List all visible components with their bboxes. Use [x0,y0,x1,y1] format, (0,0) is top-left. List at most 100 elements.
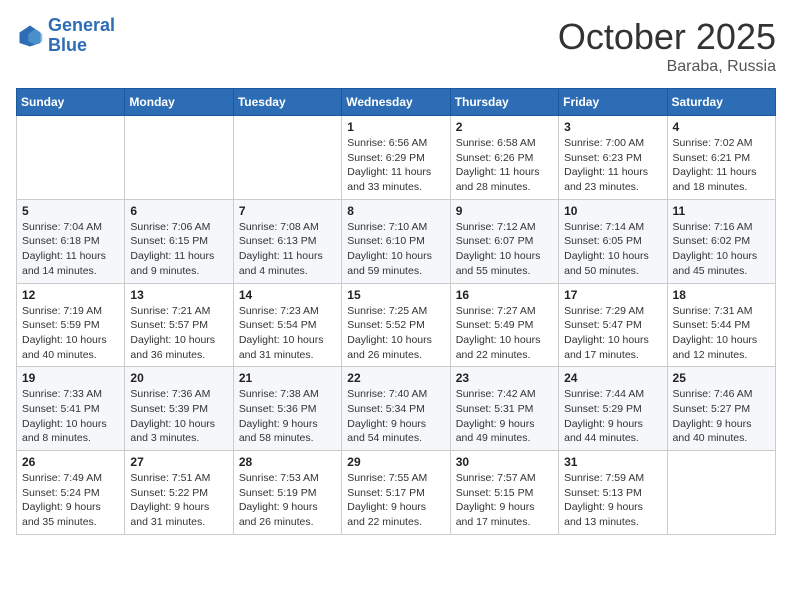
day-info: Sunrise: 7:33 AM Sunset: 5:41 PM Dayligh… [22,387,119,446]
calendar-cell: 22 Sunrise: 7:40 AM Sunset: 5:34 PM Dayli… [342,367,450,451]
logo: General Blue [16,16,115,56]
day-number: 29 [347,455,444,469]
day-number: 21 [239,371,336,385]
day-info: Sunrise: 7:42 AM Sunset: 5:31 PM Dayligh… [456,387,553,446]
column-header-monday: Monday [125,89,233,116]
day-number: 15 [347,288,444,302]
day-number: 1 [347,120,444,134]
calendar-cell: 17 Sunrise: 7:29 AM Sunset: 5:47 PM Dayli… [559,283,667,367]
calendar-week-row: 1 Sunrise: 6:56 AM Sunset: 6:29 PM Daylig… [17,116,776,200]
day-info: Sunrise: 7:27 AM Sunset: 5:49 PM Dayligh… [456,304,553,363]
day-info: Sunrise: 7:31 AM Sunset: 5:44 PM Dayligh… [673,304,770,363]
day-info: Sunrise: 7:36 AM Sunset: 5:39 PM Dayligh… [130,387,227,446]
day-info: Sunrise: 7:46 AM Sunset: 5:27 PM Dayligh… [673,387,770,446]
calendar-week-row: 19 Sunrise: 7:33 AM Sunset: 5:41 PM Dayli… [17,367,776,451]
calendar-cell: 6 Sunrise: 7:06 AM Sunset: 6:15 PM Daylig… [125,199,233,283]
day-info: Sunrise: 6:58 AM Sunset: 6:26 PM Dayligh… [456,136,553,195]
day-number: 4 [673,120,770,134]
calendar-cell: 12 Sunrise: 7:19 AM Sunset: 5:59 PM Dayli… [17,283,125,367]
column-header-friday: Friday [559,89,667,116]
day-number: 9 [456,204,553,218]
location-title: Baraba, Russia [558,58,776,76]
calendar-cell: 8Sunrise: 7:10 AM Sunset: 6:10 PM Daylig… [342,199,450,283]
column-header-tuesday: Tuesday [233,89,341,116]
day-number: 6 [130,204,227,218]
calendar: SundayMondayTuesdayWednesdayThursdayFrid… [16,88,776,535]
calendar-cell: 23 Sunrise: 7:42 AM Sunset: 5:31 PM Dayli… [450,367,558,451]
calendar-cell: 31 Sunrise: 7:59 AM Sunset: 5:13 PM Dayli… [559,451,667,535]
calendar-cell: 5 Sunrise: 7:04 AM Sunset: 6:18 PM Daylig… [17,199,125,283]
calendar-cell [233,116,341,200]
title-section: October 2025 Baraba, Russia [558,16,776,76]
calendar-cell: 15 Sunrise: 7:25 AM Sunset: 5:52 PM Dayli… [342,283,450,367]
calendar-cell: 1 Sunrise: 6:56 AM Sunset: 6:29 PM Daylig… [342,116,450,200]
calendar-cell: 10 Sunrise: 7:14 AM Sunset: 6:05 PM Dayli… [559,199,667,283]
column-header-wednesday: Wednesday [342,89,450,116]
day-info: Sunrise: 7:57 AM Sunset: 5:15 PM Dayligh… [456,471,553,530]
day-info: Sunrise: 7:10 AM Sunset: 6:10 PM Dayligh… [347,220,444,279]
day-number: 7 [239,204,336,218]
calendar-cell: 16 Sunrise: 7:27 AM Sunset: 5:49 PM Dayli… [450,283,558,367]
calendar-cell: 2 Sunrise: 6:58 AM Sunset: 6:26 PM Daylig… [450,116,558,200]
day-number: 12 [22,288,119,302]
day-info: Sunrise: 7:40 AM Sunset: 5:34 PM Dayligh… [347,387,444,446]
day-number: 22 [347,371,444,385]
day-number: 16 [456,288,553,302]
day-number: 5 [22,204,119,218]
calendar-cell: 18Sunrise: 7:31 AM Sunset: 5:44 PM Dayli… [667,283,775,367]
calendar-cell [667,451,775,535]
day-info: Sunrise: 7:00 AM Sunset: 6:23 PM Dayligh… [564,136,661,195]
day-number: 2 [456,120,553,134]
day-number: 17 [564,288,661,302]
day-info: Sunrise: 7:44 AM Sunset: 5:29 PM Dayligh… [564,387,661,446]
month-title: October 2025 [558,16,776,58]
day-number: 31 [564,455,661,469]
calendar-cell: 28Sunrise: 7:53 AM Sunset: 5:19 PM Dayli… [233,451,341,535]
logo-text: General Blue [48,16,115,56]
page-header: General Blue October 2025 Baraba, Russia [16,16,776,76]
day-info: Sunrise: 7:51 AM Sunset: 5:22 PM Dayligh… [130,471,227,530]
day-number: 19 [22,371,119,385]
day-number: 26 [22,455,119,469]
day-info: Sunrise: 7:49 AM Sunset: 5:24 PM Dayligh… [22,471,119,530]
calendar-week-row: 26 Sunrise: 7:49 AM Sunset: 5:24 PM Dayli… [17,451,776,535]
calendar-cell: 3Sunrise: 7:00 AM Sunset: 6:23 PM Daylig… [559,116,667,200]
day-info: Sunrise: 7:53 AM Sunset: 5:19 PM Dayligh… [239,471,336,530]
column-header-sunday: Sunday [17,89,125,116]
calendar-cell: 11Sunrise: 7:16 AM Sunset: 6:02 PM Dayli… [667,199,775,283]
day-number: 23 [456,371,553,385]
day-info: Sunrise: 7:25 AM Sunset: 5:52 PM Dayligh… [347,304,444,363]
day-info: Sunrise: 7:38 AM Sunset: 5:36 PM Dayligh… [239,387,336,446]
calendar-cell: 14 Sunrise: 7:23 AM Sunset: 5:54 PM Dayli… [233,283,341,367]
calendar-cell: 24Sunrise: 7:44 AM Sunset: 5:29 PM Dayli… [559,367,667,451]
day-info: Sunrise: 7:23 AM Sunset: 5:54 PM Dayligh… [239,304,336,363]
calendar-cell [17,116,125,200]
calendar-cell [125,116,233,200]
day-number: 14 [239,288,336,302]
calendar-week-row: 12 Sunrise: 7:19 AM Sunset: 5:59 PM Dayli… [17,283,776,367]
day-info: Sunrise: 7:21 AM Sunset: 5:57 PM Dayligh… [130,304,227,363]
day-info: Sunrise: 7:19 AM Sunset: 5:59 PM Dayligh… [22,304,119,363]
calendar-cell: 20Sunrise: 7:36 AM Sunset: 5:39 PM Dayli… [125,367,233,451]
day-number: 30 [456,455,553,469]
day-info: Sunrise: 7:08 AM Sunset: 6:13 PM Dayligh… [239,220,336,279]
calendar-cell: 7 Sunrise: 7:08 AM Sunset: 6:13 PM Daylig… [233,199,341,283]
day-info: Sunrise: 7:14 AM Sunset: 6:05 PM Dayligh… [564,220,661,279]
calendar-cell: 9 Sunrise: 7:12 AM Sunset: 6:07 PM Daylig… [450,199,558,283]
calendar-cell: 21 Sunrise: 7:38 AM Sunset: 5:36 PM Dayli… [233,367,341,451]
day-info: Sunrise: 7:06 AM Sunset: 6:15 PM Dayligh… [130,220,227,279]
day-number: 13 [130,288,227,302]
day-info: Sunrise: 6:56 AM Sunset: 6:29 PM Dayligh… [347,136,444,195]
day-info: Sunrise: 7:59 AM Sunset: 5:13 PM Dayligh… [564,471,661,530]
day-number: 10 [564,204,661,218]
calendar-cell: 27Sunrise: 7:51 AM Sunset: 5:22 PM Dayli… [125,451,233,535]
day-number: 11 [673,204,770,218]
day-info: Sunrise: 7:12 AM Sunset: 6:07 PM Dayligh… [456,220,553,279]
calendar-cell: 30 Sunrise: 7:57 AM Sunset: 5:15 PM Dayli… [450,451,558,535]
column-header-saturday: Saturday [667,89,775,116]
calendar-week-row: 5 Sunrise: 7:04 AM Sunset: 6:18 PM Daylig… [17,199,776,283]
day-number: 25 [673,371,770,385]
day-info: Sunrise: 7:29 AM Sunset: 5:47 PM Dayligh… [564,304,661,363]
day-info: Sunrise: 7:04 AM Sunset: 6:18 PM Dayligh… [22,220,119,279]
calendar-cell: 29Sunrise: 7:55 AM Sunset: 5:17 PM Dayli… [342,451,450,535]
